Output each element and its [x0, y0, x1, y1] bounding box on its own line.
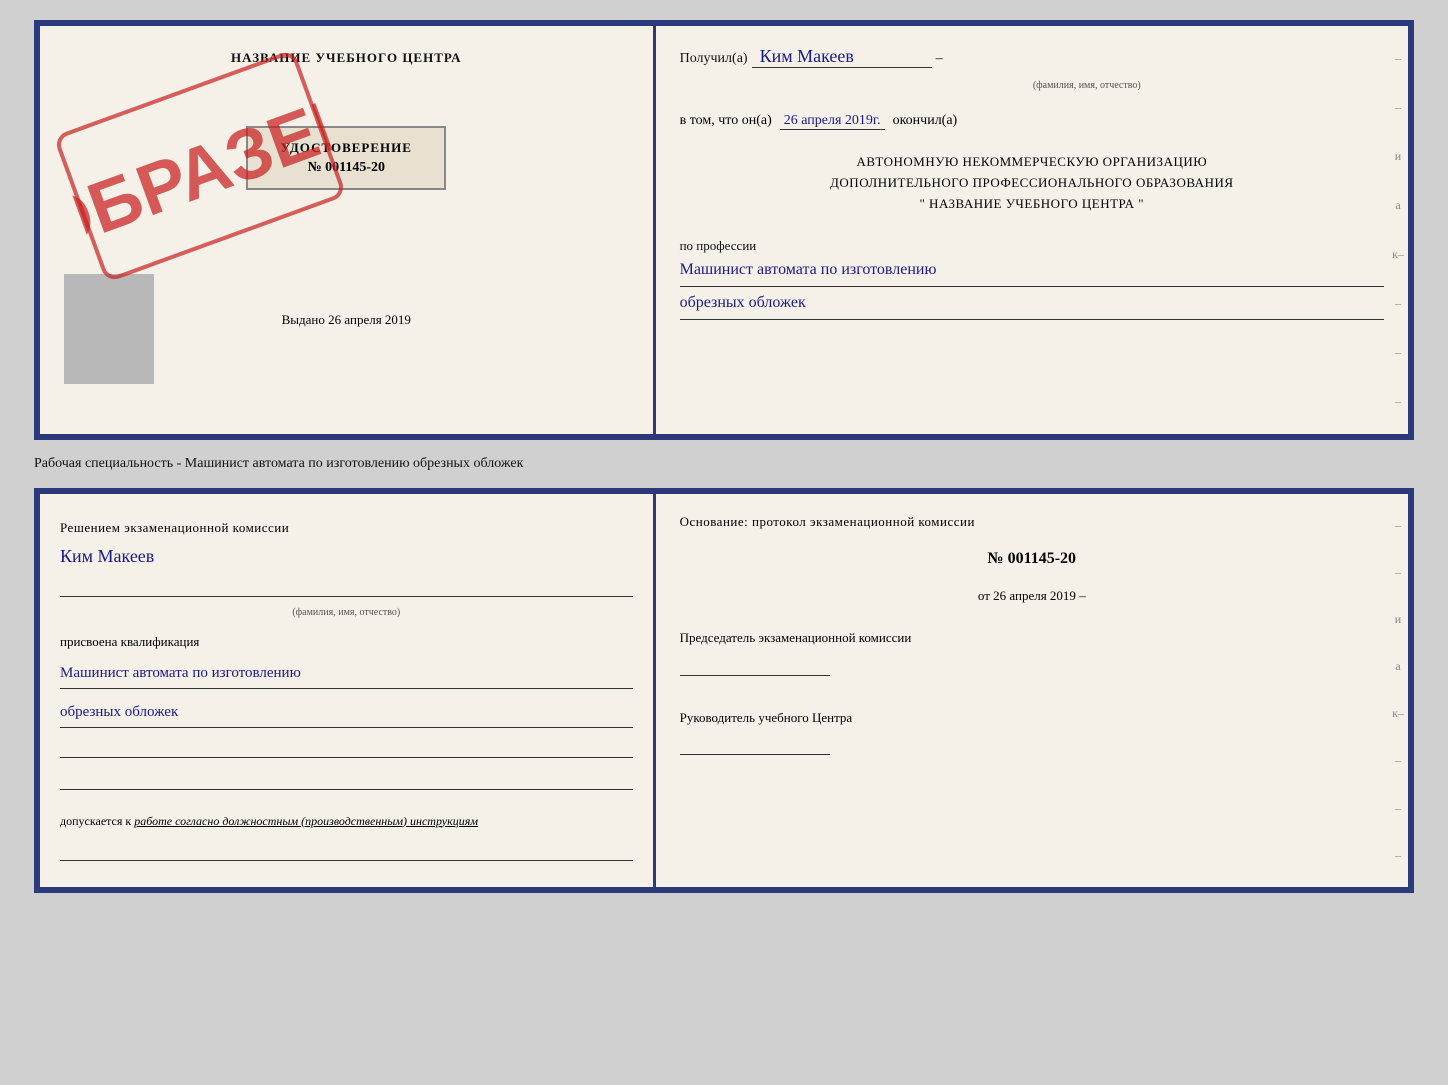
qual-underline1 [60, 738, 633, 758]
ot-date: 26 апреля 2019 [993, 588, 1076, 603]
dopuskaetsya-italic: работе согласно должностным (производств… [134, 814, 478, 828]
ot-row: от 26 апреля 2019 – [680, 588, 1384, 604]
bottom-right-panel: Основание: протокол экзаменационной коми… [656, 494, 1408, 887]
stamp-area: ОБРАЗЕЦ УДОСТОВЕРЕНИЕ № 001145-20 [60, 96, 633, 296]
vtom-label: в том, что он(а) [680, 113, 772, 129]
speciality-label: Рабочая специальность - Машинист автомат… [34, 456, 1414, 472]
dash-right: – [1079, 588, 1086, 603]
ot-label: от [978, 588, 990, 603]
predsedatel-line [680, 652, 830, 676]
udostoverenie-number: № 001145-20 [268, 160, 424, 176]
dopuskaetsya-text: допускается к работе согласно должностны… [60, 812, 633, 831]
predsedatel-block: Председатель экзаменационной комиссии [680, 628, 1384, 680]
protokol-number: № 001145-20 [680, 550, 1384, 568]
top-left-panel: НАЗВАНИЕ УЧЕБНОГО ЦЕНТРА ОБРАЗЕЦ УДОСТОВ… [40, 26, 656, 434]
name-underline [60, 577, 633, 597]
org-line1: АВТОНОМНУЮ НЕКОММЕРЧЕСКУЮ ОРГАНИЗАЦИЮ [680, 152, 1384, 173]
rukovoditel-label: Руководитель учебного Центра [680, 708, 1384, 728]
prisvoyena-text: присвоена квалификация [60, 634, 633, 650]
vtom-row: в том, что он(а) 26 апреля 2019г. окончи… [680, 113, 1384, 130]
profession-label: по профессии [680, 238, 1384, 254]
top-left-header: НАЗВАНИЕ УЧЕБНОГО ЦЕНТРА [60, 50, 633, 66]
qual-underline2 [60, 770, 633, 790]
org-line2: ДОПОЛНИТЕЛЬНОГО ПРОФЕССИОНАЛЬНОГО ОБРАЗО… [680, 173, 1384, 194]
resheniem-text: Решением экзаменационной комиссии [60, 518, 633, 538]
bottom-right-margin: – – и а к– – – – [1388, 494, 1408, 887]
bottom-name-hw: Ким Макеев [60, 546, 633, 567]
org-line3: " НАЗВАНИЕ УЧЕБНОГО ЦЕНТРА " [680, 194, 1384, 215]
udostoverenie-block: УДОСТОВЕРЕНИЕ № 001145-20 [246, 126, 446, 190]
recipient-name: Ким Макеев [752, 46, 932, 68]
osnovanie-title: Основание: протокол экзаменационной коми… [680, 514, 1384, 530]
dash-after-name: – [936, 51, 943, 67]
rukovoditel-line [680, 731, 830, 755]
rukovoditel-block: Руководитель учебного Центра [680, 708, 1384, 760]
qualification-hw2: обрезных обложек [60, 697, 633, 728]
poluchil-row: Получил(а) Ким Макеев – [680, 46, 1384, 68]
fio-hint-top: (фамилия, имя, отчество) [790, 80, 1384, 91]
qualification-hw1: Машинист автомата по изготовлению [60, 658, 633, 689]
profession-hw2: обрезных обложек [680, 287, 1384, 320]
udostoverenie-title: УДОСТОВЕРЕНИЕ [268, 140, 424, 156]
dopuskaetsya-prefix: допускается к [60, 814, 131, 828]
top-right-panel: Получил(а) Ким Макеев – (фамилия, имя, о… [656, 26, 1408, 434]
okonchil-label: окончил(а) [893, 113, 958, 129]
fio-hint-bottom: (фамилия, имя, отчество) [60, 607, 633, 618]
predsedatel-label: Председатель экзаменационной комиссии [680, 628, 1384, 648]
poluchil-label: Получил(а) [680, 51, 748, 67]
org-block: АВТОНОМНУЮ НЕКОММЕРЧЕСКУЮ ОРГАНИЗАЦИЮ ДО… [680, 152, 1384, 214]
dopusk-underline [60, 841, 633, 861]
profession-section: по профессии Машинист автомата по изгото… [680, 238, 1384, 320]
completion-date: 26 апреля 2019г. [780, 113, 885, 130]
right-margin: – – и а к– – – – [1388, 26, 1408, 434]
photo-placeholder [64, 274, 154, 384]
bottom-document-pair: Решением экзаменационной комиссии Ким Ма… [34, 488, 1414, 893]
profession-hw1: Машинист автомата по изготовлению [680, 254, 1384, 287]
bottom-left-panel: Решением экзаменационной комиссии Ким Ма… [40, 494, 656, 887]
